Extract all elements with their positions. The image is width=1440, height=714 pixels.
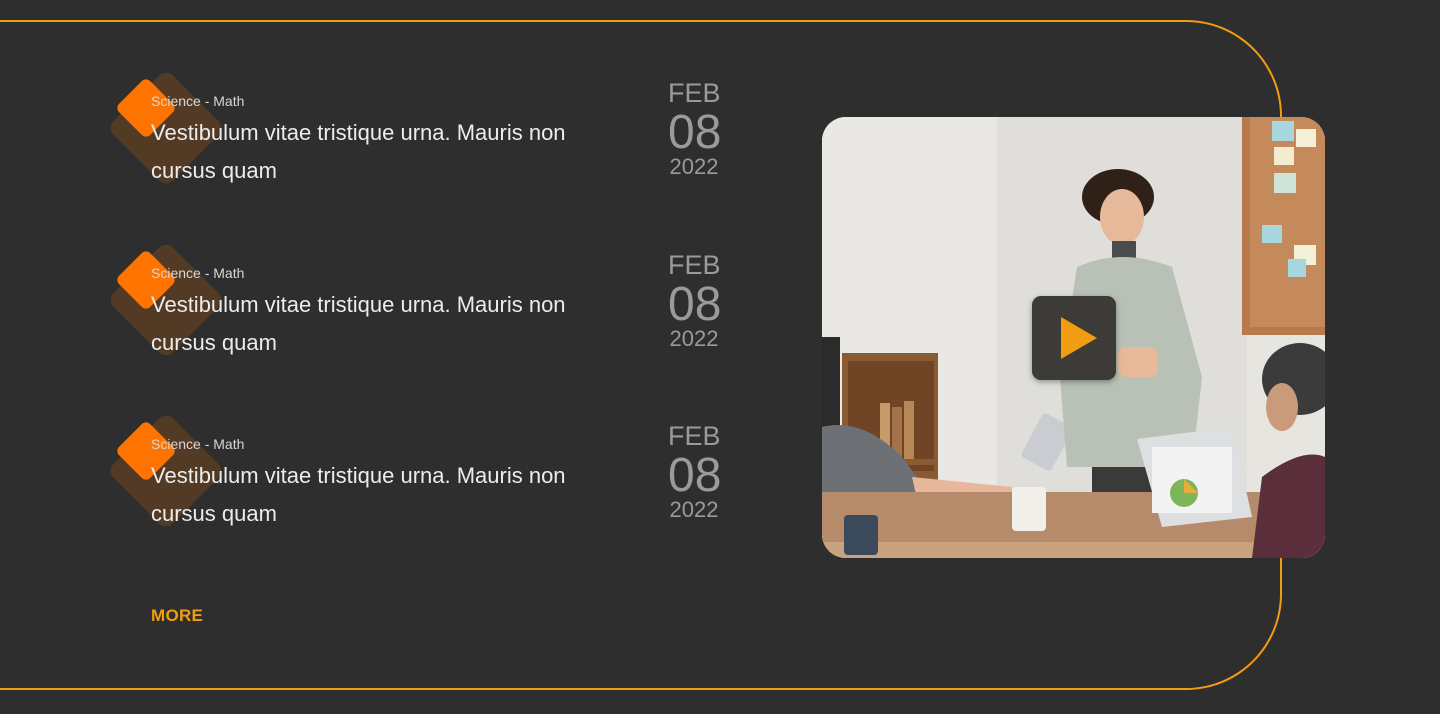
news-date-year: 2022 <box>669 154 719 179</box>
news-date: FEB 08 2022 <box>668 78 722 180</box>
play-icon <box>1061 317 1097 359</box>
news-date: FEB 08 2022 <box>668 250 722 352</box>
news-section: Science - Math Vestibulum vitae tristiqu… <box>0 0 1440 714</box>
news-date-day: 08 <box>668 449 722 502</box>
news-title-link[interactable]: Vestibulum vitae tristique urna. Mauris … <box>151 286 611 362</box>
news-date-year: 2022 <box>669 497 719 522</box>
news-item[interactable]: Science - Math Vestibulum vitae tristiqu… <box>0 411 760 585</box>
news-date-month: FEB <box>668 421 721 451</box>
news-date-day: 08 <box>668 278 722 331</box>
news-date-day: 08 <box>668 106 722 159</box>
more-link[interactable]: MORE <box>151 606 203 626</box>
news-item[interactable]: Science - Math Vestibulum vitae tristiqu… <box>0 240 760 414</box>
video-thumbnail[interactable] <box>822 117 1325 558</box>
news-item[interactable]: Science - Math Vestibulum vitae tristiqu… <box>0 68 760 242</box>
news-category-link[interactable]: Science - Math <box>151 435 244 453</box>
news-title-link[interactable]: Vestibulum vitae tristique urna. Mauris … <box>151 457 611 533</box>
news-date-month: FEB <box>668 78 721 108</box>
news-date-month: FEB <box>668 250 721 280</box>
news-date-year: 2022 <box>669 326 719 351</box>
news-title-link[interactable]: Vestibulum vitae tristique urna. Mauris … <box>151 114 611 190</box>
news-category-link[interactable]: Science - Math <box>151 92 244 110</box>
news-category-link[interactable]: Science - Math <box>151 264 244 282</box>
news-date: FEB 08 2022 <box>668 421 722 523</box>
play-button[interactable] <box>1032 296 1116 380</box>
